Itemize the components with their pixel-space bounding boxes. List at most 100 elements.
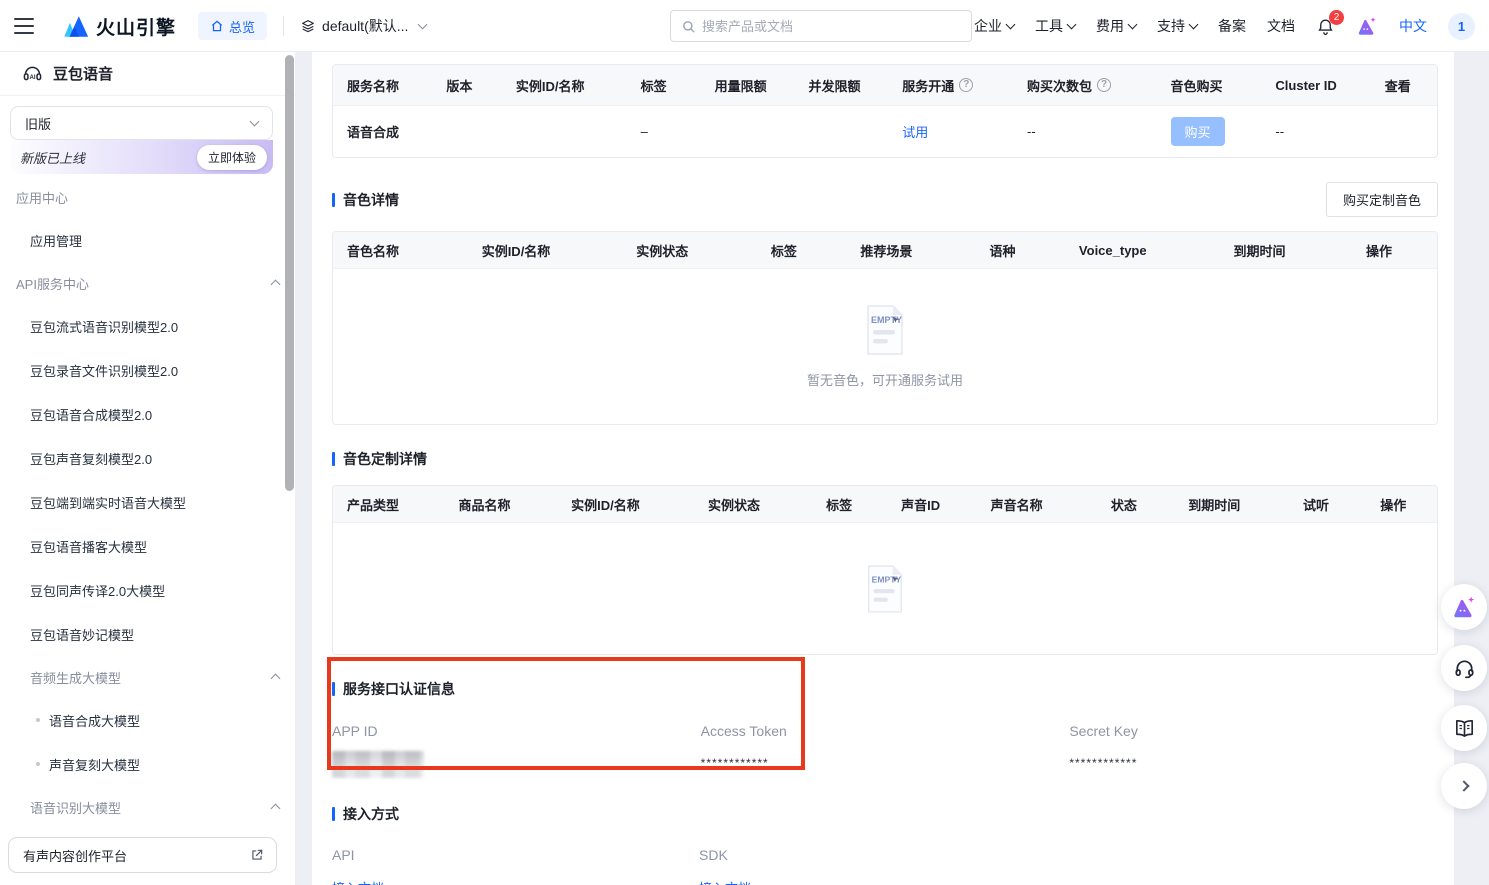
search-box[interactable] — [670, 10, 972, 42]
col-voice-type: Voice_type — [1065, 243, 1220, 258]
group-audio-generation[interactable]: 音频生成大模型 — [16, 656, 279, 698]
app-id-redacted-value — [332, 751, 424, 778]
headset-ai-icon: AI — [22, 63, 43, 84]
col-tag: 标签 — [812, 495, 887, 514]
sidebar-item-model-6[interactable]: 豆包同声传译2.0大模型 — [16, 568, 279, 612]
col-version: 版本 — [432, 76, 502, 95]
sidebar-item-model-4[interactable]: 豆包端到端实时语音大模型 — [16, 480, 279, 524]
col-voice-name: 声音名称 — [977, 495, 1097, 514]
chevron-up-icon — [271, 673, 281, 683]
voice-table-empty-state: EMPTY 暂无音色，可开通服务试用 — [333, 268, 1437, 424]
sidebar-item-model-5[interactable]: 豆包语音播客大模型 — [16, 524, 279, 568]
title-accent-bar — [332, 193, 335, 207]
docs-fab[interactable] — [1441, 705, 1487, 751]
overview-button[interactable]: 总览 — [198, 12, 267, 40]
try-now-button[interactable]: 立即体验 — [197, 145, 267, 170]
col-concurrency-quota: 并发限额 — [794, 76, 888, 95]
chevron-down-icon — [1189, 19, 1199, 29]
buy-custom-voice-button[interactable]: 购买定制音色 — [1326, 182, 1438, 217]
group-asr[interactable]: 语音识别大模型 — [16, 786, 279, 828]
topbar: 火山引擎 总览 default(默认... 企业 工具 费用 支持 备案 文档 — [0, 0, 1489, 52]
book-icon — [1453, 717, 1476, 740]
sidebar-item-app-management[interactable]: 应用管理 — [16, 218, 279, 262]
sdk-doc-link[interactable]: 接入文档 — [699, 881, 751, 885]
search-icon — [681, 19, 696, 34]
chevron-up-icon — [271, 803, 281, 813]
nav-tools[interactable]: 工具 — [1035, 16, 1075, 36]
access-token-value: ************ — [701, 756, 1070, 770]
workspace-selector[interactable]: default(默认... — [300, 16, 426, 36]
col-instance-id: 实例ID/名称 — [557, 495, 694, 514]
nav-icp[interactable]: 备案 — [1218, 16, 1246, 36]
col-product-type: 产品类型 — [333, 495, 445, 514]
col-language: 语种 — [976, 241, 1065, 260]
section-api-center[interactable]: API服务中心 — [16, 262, 279, 304]
nav-enterprise[interactable]: 企业 — [974, 16, 1014, 36]
trial-link[interactable]: 试用 — [902, 122, 928, 141]
chevron-up-icon — [271, 279, 281, 289]
search-input[interactable] — [702, 19, 961, 34]
nav-support[interactable]: 支持 — [1157, 16, 1197, 36]
language-switch[interactable]: 中文 — [1399, 16, 1427, 36]
col-voice-name: 音色名称 — [333, 241, 468, 260]
secret-key-label: Secret Key — [1069, 723, 1438, 739]
col-instance-id: 实例ID/名称 — [468, 241, 623, 260]
chevron-down-icon — [1006, 19, 1016, 29]
headset-icon — [1453, 657, 1476, 680]
svg-text:AI: AI — [29, 74, 35, 81]
custom-section-title: 音色定制详情 — [332, 449, 1438, 469]
support-fab[interactable] — [1441, 645, 1487, 691]
notifications-button[interactable]: 2 — [1316, 17, 1335, 36]
col-usage-quota: 用量限额 — [701, 76, 795, 95]
table-row: 语音合成 – 试用 -- 购买 -- — [333, 105, 1437, 157]
external-link-icon — [250, 848, 264, 862]
ai-assistant-button[interactable] — [1356, 15, 1378, 37]
col-tag: 标签 — [757, 241, 846, 260]
right-rail — [1454, 52, 1489, 885]
sidebar-item-model-1[interactable]: 豆包录音文件识别模型2.0 — [16, 348, 279, 392]
user-avatar[interactable]: 1 — [1448, 13, 1475, 40]
sidebar-scrollbar[interactable] — [285, 55, 294, 491]
sidebar-header: AI 豆包语音 — [0, 52, 295, 96]
hamburger-menu-icon[interactable] — [14, 18, 34, 34]
sidebar-item-tts-large[interactable]: 语音合成大模型 — [16, 698, 279, 742]
sidebar-item-model-3[interactable]: 豆包声音复刻模型2.0 — [16, 436, 279, 480]
col-actions: 操作 — [1366, 495, 1437, 514]
custom-table: 产品类型 商品名称 实例ID/名称 实例状态 标签 声音ID 声音名称 状态 到… — [332, 485, 1438, 655]
version-selector[interactable]: 旧版 — [10, 106, 273, 140]
empty-document-icon: EMPTY — [863, 564, 907, 614]
chevron-right-icon — [1458, 780, 1469, 791]
voice-table-header: 音色名称 实例ID/名称 实例状态 标签 推荐场景 语种 Voice_type … — [333, 232, 1437, 268]
api-doc-link[interactable]: 接入文档 — [332, 881, 384, 885]
buy-button[interactable]: 购买 — [1171, 117, 1225, 146]
title-accent-bar — [332, 452, 335, 466]
audio-creation-platform-link[interactable]: 有声内容创作平台 — [8, 837, 277, 873]
col-recommended-scene: 推荐场景 — [846, 241, 975, 260]
voice-table: 音色名称 实例ID/名称 实例状态 标签 推荐场景 语种 Voice_type … — [332, 231, 1438, 425]
sidebar: AI 豆包语音 旧版 新版已上线 立即体验 应用中心 应用管理 API服务中心 … — [0, 52, 295, 885]
api-access: API 接入文档 — [332, 847, 699, 885]
col-instance-status: 实例状态 — [622, 241, 757, 260]
version-selector-value: 旧版 — [25, 114, 51, 133]
nav-billing[interactable]: 费用 — [1096, 16, 1136, 36]
topbar-divider — [283, 16, 284, 36]
sidebar-item-model-7[interactable]: 豆包语音妙记模型 — [16, 612, 279, 656]
col-expiry-time: 到期时间 — [1174, 495, 1289, 514]
chevron-down-icon — [1067, 19, 1077, 29]
custom-table-header: 产品类型 商品名称 实例ID/名称 实例状态 标签 声音ID 声音名称 状态 到… — [333, 486, 1437, 522]
auth-section-title: 服务接口认证信息 — [332, 679, 1438, 699]
collapse-panel-fab[interactable] — [1441, 763, 1487, 809]
sdk-label: SDK — [699, 847, 1066, 863]
nav-docs[interactable]: 文档 — [1267, 16, 1295, 36]
sidebar-item-model-2[interactable]: 豆包语音合成模型2.0 — [16, 392, 279, 436]
help-icon[interactable]: ? — [1097, 78, 1111, 92]
col-cluster-id: Cluster ID — [1261, 78, 1370, 93]
ai-assistant-fab[interactable] — [1441, 584, 1487, 630]
overview-label: 总览 — [229, 17, 255, 36]
secret-key-value: ************ — [1069, 756, 1438, 770]
sidebar-item-model-0[interactable]: 豆包流式语音识别模型2.0 — [16, 304, 279, 348]
volcengine-logo[interactable]: 火山引擎 — [62, 13, 176, 40]
col-service-open: 服务开通? — [888, 76, 1013, 95]
sidebar-item-voice-clone-large[interactable]: 声音复刻大模型 — [16, 742, 279, 786]
help-icon[interactable]: ? — [959, 78, 973, 92]
